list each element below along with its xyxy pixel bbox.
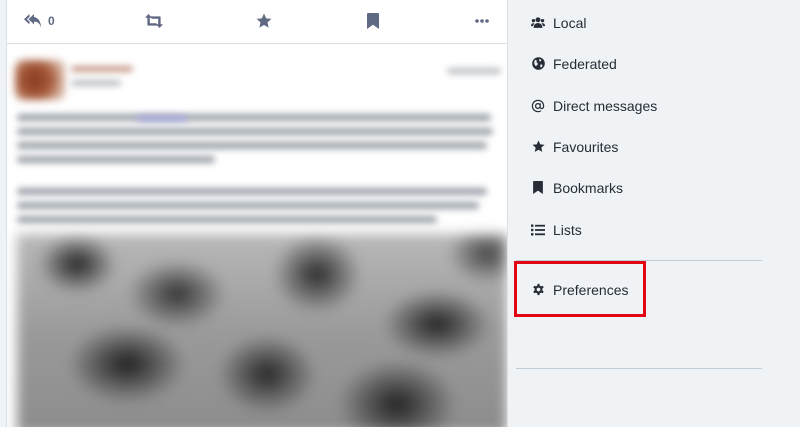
cog-icon	[531, 283, 545, 297]
nav-item-federated[interactable]: Federated	[516, 43, 762, 84]
nav-item-label: Direct messages	[553, 97, 658, 114]
blurred-text-line	[17, 216, 437, 223]
status-action-bar: 0	[7, 0, 507, 44]
bookmark-icon	[531, 181, 545, 195]
status-column: 0	[6, 0, 508, 427]
blurred-link	[137, 116, 187, 121]
ellipsis-icon	[475, 19, 489, 23]
blurred-text-line	[17, 114, 491, 121]
blurred-display-name	[71, 66, 133, 72]
favourite-button[interactable]	[256, 12, 272, 30]
nav-item-label: Lists	[553, 221, 582, 238]
blurred-text-line	[17, 142, 487, 149]
reply-all-button[interactable]: 0	[24, 12, 55, 30]
nav-item-label: Favourites	[553, 138, 619, 155]
blurred-status-content	[7, 44, 507, 427]
nav-item-label: Federated	[553, 55, 617, 72]
nav-item-local[interactable]: Local	[516, 2, 762, 43]
blurred-text-line	[17, 188, 487, 195]
users-icon	[531, 16, 545, 30]
more-options-button[interactable]	[475, 12, 489, 30]
nav-item-preferences[interactable]: Preferences	[516, 269, 762, 310]
nav-item-label: Bookmarks	[553, 179, 624, 196]
avatar[interactable]	[15, 60, 65, 100]
blurred-timestamp	[447, 68, 501, 74]
nav-item-favourites[interactable]: Favourites	[516, 126, 762, 167]
globe-icon	[531, 57, 545, 71]
blurred-handle	[71, 80, 121, 86]
bookmark-button[interactable]	[367, 12, 379, 30]
nav-item-label: Local	[553, 14, 587, 31]
navigation-panel: Local Federated Direct messages Favourit…	[516, 0, 762, 427]
star-icon	[531, 140, 545, 154]
at-icon	[531, 99, 545, 113]
nav-item-bookmarks[interactable]: Bookmarks	[516, 167, 762, 208]
retweet-icon	[145, 14, 163, 28]
star-icon	[256, 13, 272, 29]
nav-item-direct-messages[interactable]: Direct messages	[516, 85, 762, 126]
bookmark-icon	[367, 13, 379, 29]
boost-button[interactable]	[145, 12, 163, 30]
nav-divider	[516, 368, 762, 369]
nav-divider	[516, 260, 762, 261]
nav-item-lists[interactable]: Lists	[516, 209, 762, 250]
blurred-media-attachment[interactable]	[17, 234, 507, 427]
nav-item-label: Preferences	[553, 281, 629, 298]
blurred-text-line	[17, 202, 479, 209]
blurred-text-line	[17, 156, 215, 163]
blurred-text-line	[17, 128, 493, 135]
reply-count: 0	[48, 14, 55, 28]
reply-all-icon	[24, 13, 42, 29]
list-icon	[531, 223, 545, 237]
